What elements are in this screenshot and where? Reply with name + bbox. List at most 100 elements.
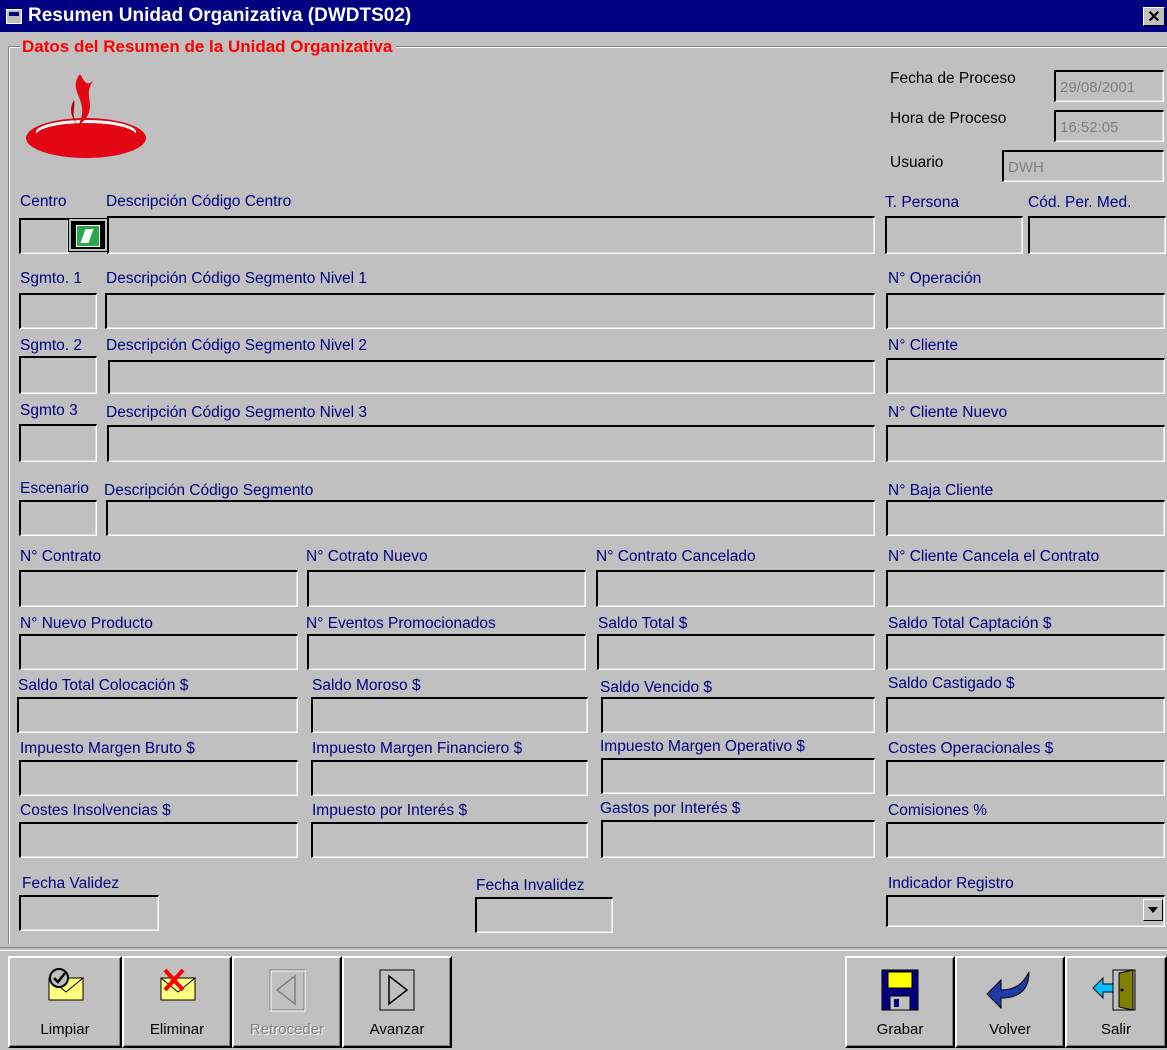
cod-per-med-label: Cód. Per. Med. [1028, 194, 1132, 211]
saldo-castigado-label: Saldo Castigado $ [888, 675, 1015, 692]
gastos-interes-label: Gastos por Interés $ [600, 800, 741, 817]
saldo-total-captacion-label: Saldo Total Captación $ [888, 615, 1052, 632]
n-cliente-label: N° Cliente [888, 337, 958, 354]
avanzar-label: Avanzar [369, 1021, 425, 1038]
fecha-proceso-label: Fecha de Proceso [890, 70, 1016, 87]
arrow-right-icon [379, 969, 415, 1011]
envelope-check-icon [48, 968, 84, 1001]
chevron-down-icon[interactable] [1143, 899, 1163, 921]
hora-proceso-field[interactable]: 16:52:05 [1054, 110, 1164, 142]
t-persona-label: T. Persona [885, 194, 960, 211]
usuario-field[interactable]: DWH [1002, 150, 1164, 182]
fecha-invalidez-label: Fecha Invalidez [476, 877, 585, 894]
imp-margen-bruto-field[interactable] [19, 760, 298, 796]
n-cliente-nuevo-label: N° Cliente Nuevo [888, 404, 1008, 421]
imp-margen-financiero-label: Impuesto Margen Financiero $ [312, 740, 523, 757]
n-nuevo-producto-label: N° Nuevo Producto [20, 615, 153, 632]
arrow-left-icon [269, 969, 306, 1012]
usuario-label: Usuario [890, 154, 944, 171]
santander-logo [26, 74, 146, 158]
saldo-total-field[interactable] [597, 634, 875, 670]
t-persona-field[interactable] [885, 216, 1023, 254]
n-nuevo-producto-field[interactable] [19, 634, 298, 670]
cod-per-med-field[interactable] [1028, 216, 1166, 254]
grabar-button[interactable]: Grabar [845, 956, 955, 1048]
costes-insolvencias-label: Costes Insolvencias $ [20, 802, 171, 819]
saldo-castigado-field[interactable] [886, 697, 1165, 733]
comisiones-field[interactable] [886, 822, 1165, 858]
n-contrato-cancelado-field[interactable] [596, 570, 875, 607]
desc-seg2-field[interactable] [108, 360, 875, 394]
toolbar-separator [0, 947, 1167, 951]
n-cliente-cancela-field[interactable] [886, 570, 1165, 607]
grabar-label: Grabar [876, 1021, 924, 1038]
sgmto3-label: Sgmto 3 [20, 402, 78, 419]
return-arrow-icon [986, 971, 1030, 1010]
escenario-field[interactable] [19, 500, 97, 536]
costes-operacionales-field[interactable] [886, 760, 1165, 796]
desc-seg3-label: Descripción Código Segmento Nivel 3 [106, 404, 368, 421]
desc-seg2-label: Descripción Código Segmento Nivel 2 [106, 337, 368, 354]
fecha-validez-field[interactable] [19, 895, 159, 931]
saldo-vencido-label: Saldo Vencido $ [600, 679, 713, 696]
fecha-proceso-field[interactable]: 29/08/2001 [1054, 70, 1164, 102]
desc-centro-field[interactable] [107, 216, 875, 254]
saldo-total-captacion-field[interactable] [886, 634, 1165, 670]
frame-legend: Datos del Resumen de la Unidad Organizat… [20, 37, 397, 57]
imp-margen-operativo-field[interactable] [601, 758, 875, 794]
n-cliente-cancela-label: N° Cliente Cancela el Contrato [888, 548, 1100, 565]
eliminar-label: Eliminar [149, 1021, 205, 1038]
n-contrato-cancelado-label: N° Contrato Cancelado [596, 548, 756, 565]
n-eventos-field[interactable] [307, 634, 586, 670]
n-contrato-field[interactable] [19, 570, 298, 607]
gastos-interes-field[interactable] [601, 820, 875, 858]
salir-label: Salir [1100, 1021, 1131, 1038]
desc-segmento-label: Descripción Código Segmento [104, 482, 314, 499]
n-operacion-label: N° Operación [888, 270, 982, 287]
n-cotrato-nuevo-field[interactable] [307, 570, 586, 607]
floppy-disk-icon [881, 969, 919, 1011]
eliminar-button[interactable]: Eliminar [122, 956, 232, 1048]
imp-margen-financiero-field[interactable] [311, 760, 588, 796]
saldo-vencido-field[interactable] [601, 697, 875, 733]
saldo-moroso-field[interactable] [311, 697, 588, 733]
sgmto1-label: Sgmto. 1 [20, 270, 83, 287]
centro-field[interactable] [19, 218, 69, 254]
sgmto1-field[interactable] [19, 293, 97, 329]
volver-label: Volver [989, 1021, 1031, 1038]
salir-button[interactable]: Salir [1065, 956, 1167, 1048]
costes-operacionales-label: Costes Operacionales $ [888, 740, 1054, 757]
volver-button[interactable]: Volver [955, 956, 1065, 1048]
retroceder-button[interactable]: Retroceder [232, 956, 342, 1048]
desc-seg1-field[interactable] [105, 293, 875, 329]
n-cliente-nuevo-field[interactable] [886, 425, 1165, 462]
sgmto2-field[interactable] [19, 356, 97, 394]
n-cliente-field[interactable] [886, 358, 1165, 394]
lookup-button[interactable] [69, 219, 107, 251]
avanzar-button[interactable]: Avanzar [342, 956, 452, 1048]
indicador-registro-label: Indicador Registro [888, 875, 1014, 892]
fecha-invalidez-field[interactable] [475, 897, 613, 933]
imp-margen-bruto-label: Impuesto Margen Bruto $ [20, 740, 195, 757]
indicador-registro-select[interactable] [886, 895, 1165, 927]
desc-seg3-field[interactable] [107, 425, 875, 462]
n-cotrato-nuevo-label: N° Cotrato Nuevo [306, 548, 428, 565]
n-baja-cliente-field[interactable] [886, 500, 1165, 536]
desc-segmento-field[interactable] [106, 500, 875, 536]
n-contrato-label: N° Contrato [20, 548, 102, 565]
desc-centro-label: Descripción Código Centro [106, 193, 292, 210]
costes-insolvencias-field[interactable] [19, 822, 298, 858]
retroceder-label: Retroceder [249, 1021, 325, 1038]
title-bar: Resumen Unidad Organizativa (DWDTS02) ✕ [0, 0, 1167, 32]
close-button[interactable]: ✕ [1143, 7, 1165, 26]
n-operacion-field[interactable] [886, 293, 1165, 329]
saldo-total-colocacion-field[interactable] [17, 697, 298, 733]
exit-door-icon [1092, 969, 1136, 1011]
sgmto3-field[interactable] [19, 424, 97, 462]
n-baja-cliente-label: N° Baja Cliente [888, 482, 994, 499]
limpiar-label: Limpiar [40, 1021, 90, 1038]
fecha-validez-label: Fecha Validez [22, 875, 120, 892]
impuesto-interes-field[interactable] [311, 822, 588, 858]
n-eventos-label: N° Eventos Promocionados [306, 615, 496, 632]
limpiar-button[interactable]: Limpiar [8, 956, 122, 1048]
